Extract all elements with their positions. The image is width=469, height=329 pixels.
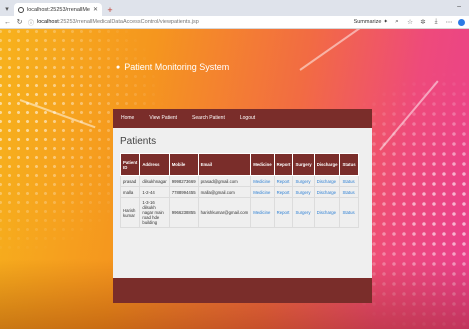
surgery-link[interactable]: Surgery	[292, 197, 315, 228]
cell-mobile: 9998273669	[168, 175, 199, 187]
cell-email: harishkumar@gmail.com	[197, 197, 252, 228]
back-icon[interactable]: ←	[4, 19, 11, 26]
info-icon[interactable]: ⓘ	[28, 18, 34, 27]
patients-panel: Patients Patient ID Address Mobile Email…	[113, 128, 372, 278]
page-viewport: ● Patient Monitoring System Home View Pa…	[0, 29, 469, 329]
browser-toolbar: ← ↻ ⓘ localhost:25253/rrenallMedicalData…	[0, 16, 469, 29]
surgery-link[interactable]: Surgery	[292, 175, 315, 187]
discharge-link[interactable]: Discharge	[313, 175, 341, 187]
report-link[interactable]: Report	[273, 175, 294, 187]
col-status: Status	[339, 153, 359, 176]
tab-title: localhost:25253/rrenallMedicalD	[27, 6, 90, 13]
menu-logout-link[interactable]: Logout	[240, 115, 255, 121]
medicine-link[interactable]: Medicine	[250, 197, 275, 228]
zoom-icon[interactable]: ⌕	[393, 18, 401, 26]
site-title: ● Patient Monitoring System	[116, 62, 229, 72]
col-patient-id: Patient ID	[119, 153, 141, 176]
cell-patient-id: malla	[119, 186, 141, 198]
browser-tab-bar: ▾ localhost:25253/rrenallMedicalD ✕ + –	[0, 0, 469, 16]
close-tab-icon[interactable]: ✕	[93, 6, 98, 13]
status-link[interactable]: Status	[339, 175, 359, 187]
cell-patient-id: Harish kumar	[119, 197, 141, 228]
table-header-row: Patient ID Address Mobile Email Medicine…	[119, 153, 359, 176]
menu-search-patient-link[interactable]: Search Patient	[192, 115, 225, 121]
discharge-link[interactable]: Discharge	[313, 197, 341, 228]
summarize-label: Summarize	[353, 19, 382, 25]
patients-table: Patient ID Address Mobile Email Medicine…	[119, 153, 359, 228]
url-path: :25253/rrenallMedicalDataAccessControl/v…	[58, 19, 199, 25]
cell-address: 1-3-16 dilsukh nagar main road hde build…	[139, 197, 170, 228]
profile-icon[interactable]	[458, 18, 465, 26]
cell-address: dilsukhnagar	[139, 175, 170, 187]
download-icon[interactable]: ⤓	[432, 18, 440, 26]
address-bar[interactable]: ⓘ localhost:25253/rrenallMedicalDataAcce…	[28, 18, 349, 27]
surgery-link[interactable]: Surgery	[292, 186, 315, 198]
medicine-link[interactable]: Medicine	[250, 186, 275, 198]
table-row: prasad dilsukhnagar 9998273669 prasad@gm…	[119, 175, 359, 187]
new-tab-button[interactable]: +	[104, 3, 116, 16]
star-icon[interactable]: ☆	[406, 18, 414, 26]
cell-email: malla@gmail.com	[197, 186, 252, 198]
cell-email: prasad@gmail.com	[197, 175, 252, 187]
menu-view-patient-link[interactable]: View Patient	[149, 115, 177, 121]
col-discharge: Discharge	[313, 153, 341, 176]
col-report: Report	[273, 153, 294, 176]
page-title: Patients	[120, 136, 157, 147]
url-host: localhost	[37, 19, 59, 25]
col-surgery: Surgery	[292, 153, 315, 176]
summarize-button[interactable]: Summarize ✦	[354, 19, 388, 25]
cell-mobile: 9966238855	[168, 197, 199, 228]
minimize-window-icon[interactable]: –	[457, 3, 461, 10]
col-medicine: Medicine	[250, 153, 275, 176]
bullet-icon: ●	[116, 63, 121, 71]
tab-list-icon[interactable]: ▾	[0, 2, 14, 16]
col-mobile: Mobile	[168, 153, 199, 176]
menu-home-link[interactable]: Home	[121, 115, 134, 121]
menu-icon[interactable]: ⋯	[445, 18, 453, 26]
report-link[interactable]: Report	[273, 186, 294, 198]
summarize-icon: ✦	[383, 19, 388, 25]
col-email: Email	[197, 153, 252, 176]
extensions-icon[interactable]: ✲	[419, 18, 427, 26]
medicine-link[interactable]: Medicine	[250, 175, 275, 187]
reload-icon[interactable]: ↻	[16, 18, 23, 26]
main-menu: Home View Patient Search Patient Logout	[113, 109, 372, 127]
table-row: malla 1-2-44 7788994455 malla@gmail.com …	[119, 186, 359, 198]
cell-mobile: 7788994455	[168, 186, 199, 198]
discharge-link[interactable]: Discharge	[313, 186, 341, 198]
col-address: Address	[139, 153, 170, 176]
status-link[interactable]: Status	[339, 197, 359, 228]
globe-icon	[18, 6, 24, 13]
cell-address: 1-2-44	[139, 186, 170, 198]
report-link[interactable]: Report	[273, 197, 294, 228]
cell-patient-id: prasad	[119, 175, 141, 187]
status-link[interactable]: Status	[339, 186, 359, 198]
content-box: Home View Patient Search Patient Logout …	[113, 109, 372, 303]
browser-tab[interactable]: localhost:25253/rrenallMedicalD ✕	[14, 3, 102, 16]
site-title-text: Patient Monitoring System	[124, 62, 230, 72]
table-row: Harish kumar 1-3-16 dilsukh nagar main r…	[119, 197, 359, 228]
